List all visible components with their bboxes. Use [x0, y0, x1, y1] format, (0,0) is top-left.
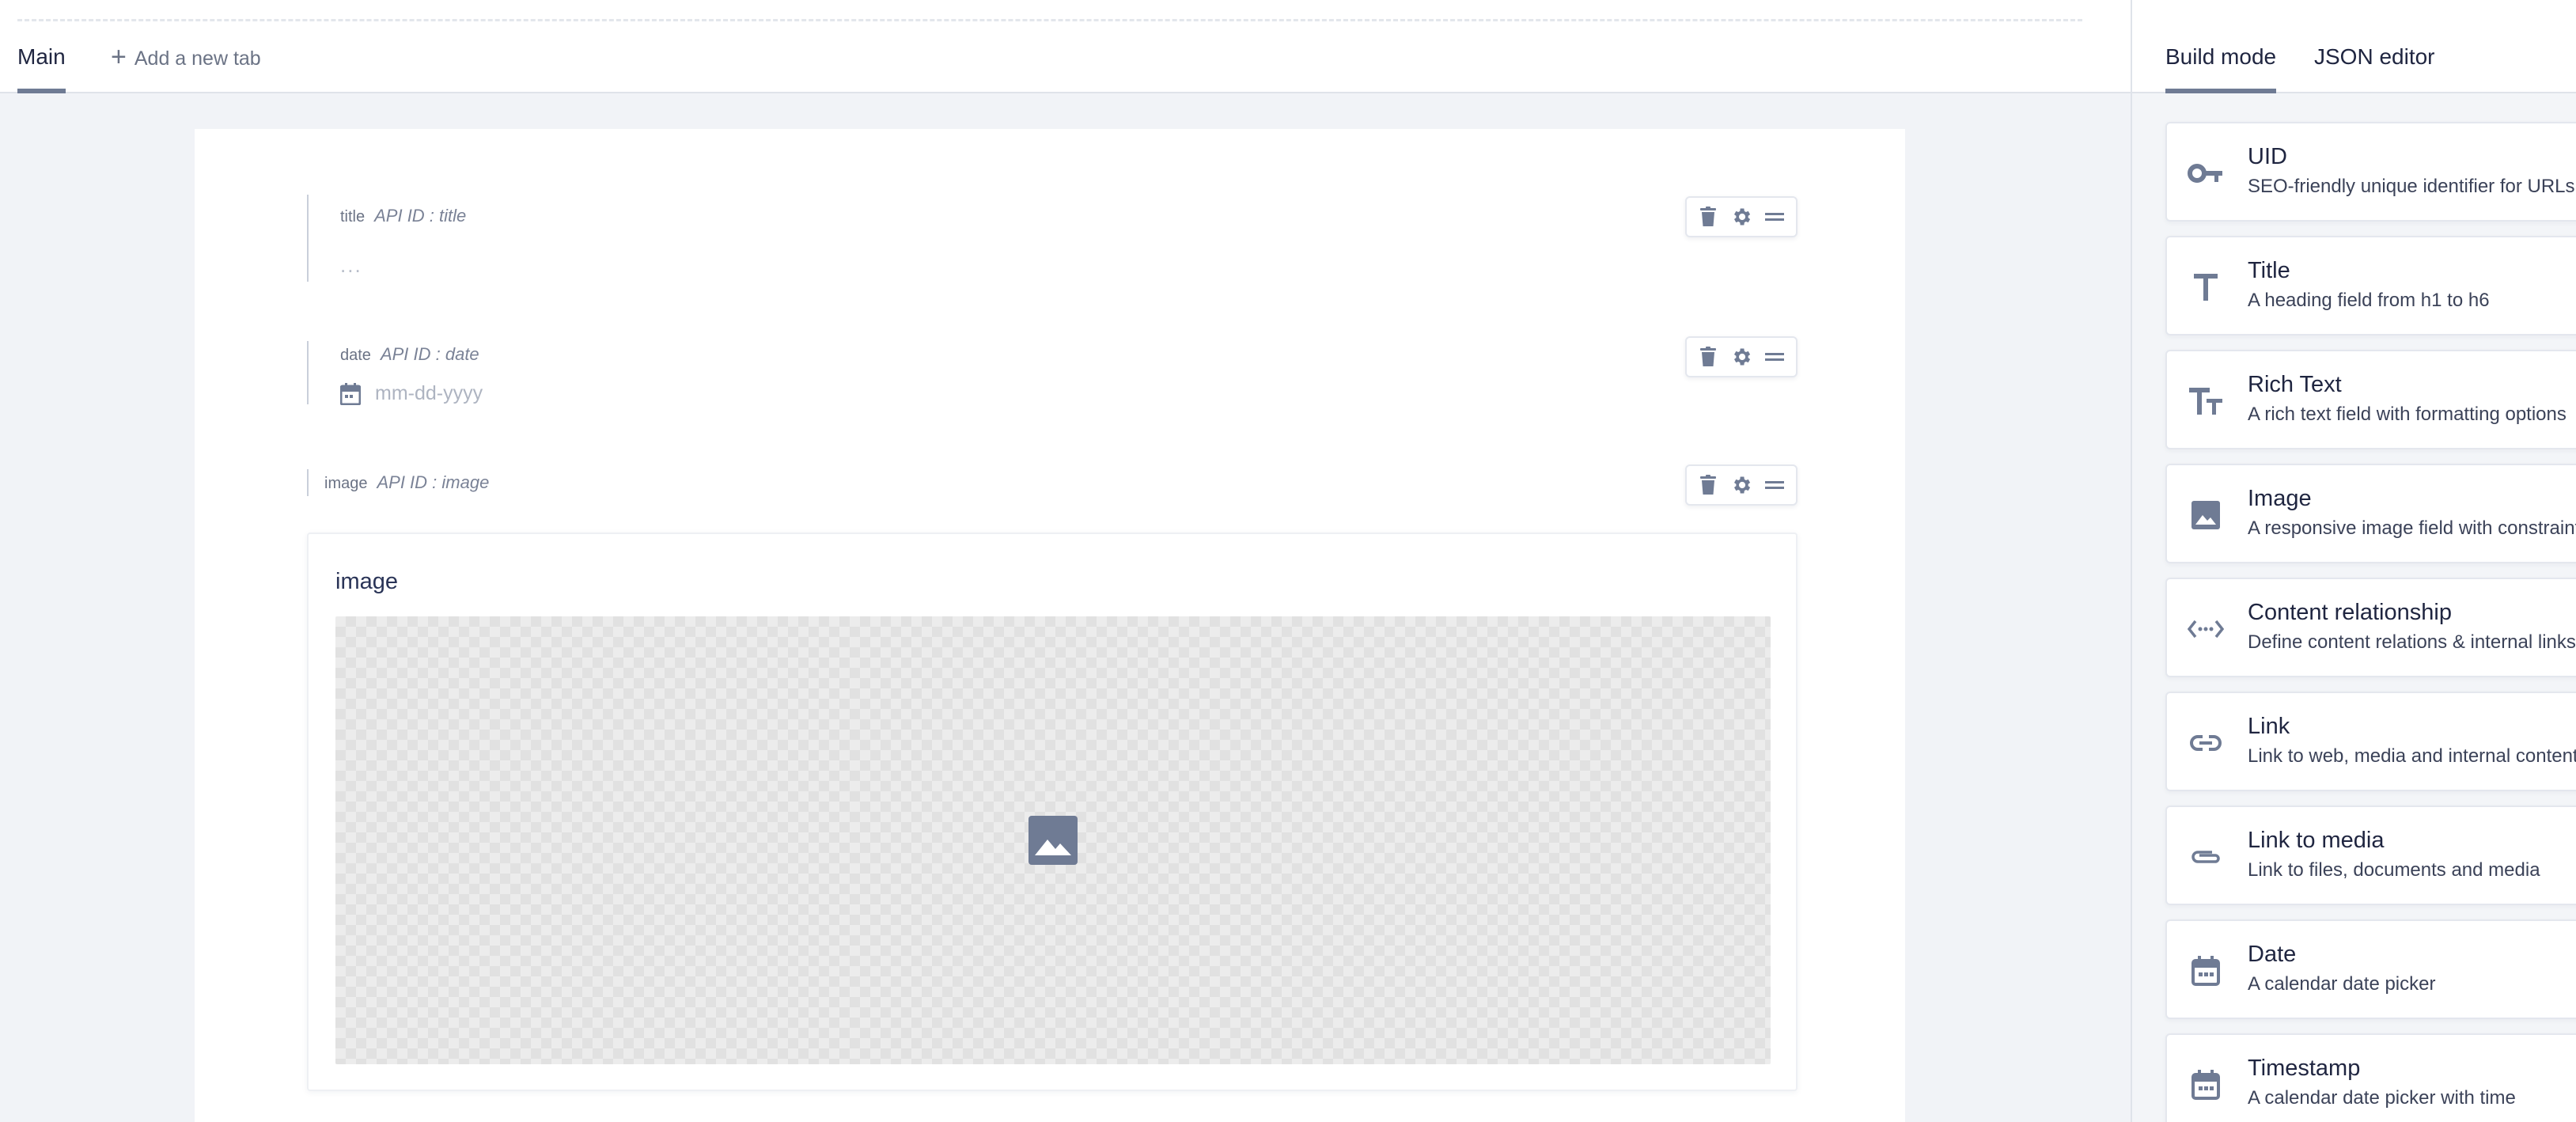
field-controls: [1685, 464, 1798, 506]
field-key: image: [324, 475, 368, 492]
add-tab-button[interactable]: + Add a new tab: [111, 43, 261, 74]
field-controls: [1685, 336, 1798, 377]
trash-icon: [1700, 207, 1716, 226]
tab-json-editor[interactable]: JSON editor: [2314, 44, 2435, 93]
tab-main-label: Main: [17, 44, 66, 69]
tab-main[interactable]: Main: [17, 40, 66, 93]
tab-build-mode[interactable]: Build mode: [2165, 44, 2277, 93]
title-icon: [2186, 267, 2226, 307]
widget-name: Link to media: [2248, 828, 2385, 853]
attachment-icon: [2186, 837, 2226, 877]
widget-rich-text[interactable]: Rich Text A rich text field with formatt…: [2165, 350, 2576, 449]
relationship-icon: [2186, 609, 2226, 649]
widget-name: Title: [2248, 258, 2290, 283]
widgets-panel: Build mode JSON editor UID SEO-friendly …: [2131, 0, 2576, 1122]
field-title[interactable]: title API ID : title ...: [307, 195, 1798, 282]
title-placeholder[interactable]: ...: [340, 253, 362, 278]
widget-link[interactable]: Link Link to web, media and internal con…: [2165, 692, 2576, 791]
trash-icon: [1700, 347, 1716, 366]
field-label: title API ID : title: [340, 206, 466, 226]
widget-name: Rich Text: [2248, 372, 2342, 397]
widget-description: Link to files, documents and media: [2248, 859, 2540, 881]
widget-name: Content relationship: [2248, 600, 2452, 625]
delete-button[interactable]: [1696, 473, 1720, 497]
trash-icon: [1700, 475, 1716, 495]
widget-description: A heading field from h1 to h6: [2248, 290, 2490, 311]
field-label: image API ID : image: [324, 472, 489, 493]
image-icon: [2186, 495, 2226, 535]
widget-name: Image: [2248, 486, 2312, 511]
widget-description: Define content relations & internal link…: [2248, 631, 2576, 653]
field-controls: [1685, 196, 1798, 237]
slice-canvas: title API ID : title ... date API ID : d…: [195, 129, 1905, 1122]
field-key: date: [340, 347, 371, 364]
drag-icon: [1765, 481, 1784, 489]
tab-bar: Main + Add a new tab: [0, 0, 2131, 93]
rich-text-icon: [2186, 381, 2226, 421]
gear-icon: [1734, 208, 1751, 226]
widget-description: A calendar date picker: [2248, 973, 2436, 995]
calendar-icon: [2186, 1065, 2226, 1105]
calendar-icon: [2186, 951, 2226, 991]
widget-name: Timestamp: [2248, 1056, 2361, 1081]
field-indicator: [307, 341, 309, 404]
key-icon: [2186, 154, 2226, 193]
widget-description: A responsive image field with constraint…: [2248, 517, 2576, 539]
field-indicator: [307, 469, 309, 496]
gear-icon: [1734, 476, 1751, 494]
drag-handle[interactable]: [1763, 205, 1786, 229]
field-date[interactable]: date API ID : date mm-dd-yyyy: [307, 336, 1798, 405]
widget-title[interactable]: Title A heading field from h1 to h6: [2165, 236, 2576, 335]
date-placeholder: mm-dd-yyyy: [375, 382, 483, 404]
widget-content-relationship[interactable]: Content relationship Define content rela…: [2165, 578, 2576, 677]
widget-name: Date: [2248, 942, 2297, 967]
tab-json-editor-label: JSON editor: [2314, 44, 2435, 69]
widget-name: Link: [2248, 714, 2290, 739]
drag-handle[interactable]: [1763, 473, 1786, 497]
drag-icon: [1765, 353, 1784, 361]
date-input[interactable]: mm-dd-yyyy: [340, 382, 483, 405]
field-api-id: API ID : title: [374, 206, 467, 226]
settings-button[interactable]: [1729, 205, 1753, 229]
link-icon: [2186, 723, 2226, 763]
drag-icon: [1765, 213, 1784, 221]
plus-icon: +: [111, 42, 127, 72]
delete-button[interactable]: [1696, 205, 1720, 229]
field-api-id: API ID : date: [380, 344, 479, 364]
add-tab-label: Add a new tab: [134, 47, 261, 70]
image-icon: [1029, 816, 1078, 865]
tab-bar-divider: [17, 19, 2082, 21]
field-api-id: API ID : image: [377, 472, 490, 492]
widget-description: A rich text field with formatting option…: [2248, 404, 2567, 425]
widget-description: Link to web, media and internal content: [2248, 745, 2576, 767]
mode-tabs: Build mode JSON editor: [2132, 0, 2576, 93]
widget-date[interactable]: Date A calendar date picker: [2165, 919, 2576, 1019]
gear-icon: [1734, 348, 1751, 366]
field-key: title: [340, 208, 366, 226]
widget-timestamp[interactable]: Timestamp A calendar date picker with ti…: [2165, 1033, 2576, 1122]
image-field-preview[interactable]: image: [307, 533, 1798, 1091]
field-indicator: [307, 195, 309, 282]
widget-description: A calendar date picker with time: [2248, 1087, 2516, 1109]
widget-name: UID: [2248, 144, 2287, 169]
widget-description: SEO-friendly unique identifier for URLs: [2248, 176, 2575, 197]
field-image[interactable]: image API ID : image: [307, 464, 1798, 506]
calendar-icon: [340, 382, 361, 405]
image-placeholder[interactable]: [335, 616, 1771, 1064]
widget-image[interactable]: Image A responsive image field with cons…: [2165, 464, 2576, 563]
field-label: date API ID : date: [340, 344, 479, 365]
tab-build-mode-label: Build mode: [2165, 44, 2277, 69]
settings-button[interactable]: [1729, 345, 1753, 369]
image-preview-title: image: [335, 569, 398, 594]
widget-uid[interactable]: UID SEO-friendly unique identifier for U…: [2165, 122, 2576, 222]
active-tab-indicator: [2165, 89, 2277, 93]
delete-button[interactable]: [1696, 345, 1720, 369]
widget-link-to-media[interactable]: Link to media Link to files, documents a…: [2165, 805, 2576, 905]
active-tab-indicator: [17, 89, 66, 93]
drag-handle[interactable]: [1763, 345, 1786, 369]
settings-button[interactable]: [1729, 473, 1753, 497]
